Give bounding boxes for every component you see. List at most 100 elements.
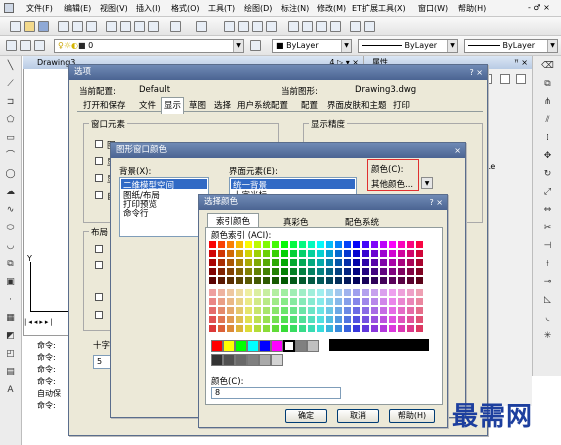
aci-swatch[interactable] xyxy=(335,241,342,248)
aci-swatch[interactable] xyxy=(380,268,387,275)
aci-swatch[interactable] xyxy=(227,277,234,284)
aci-swatch[interactable] xyxy=(209,307,216,314)
polygon-icon[interactable]: ⬠ xyxy=(4,114,17,127)
aci-swatch[interactable] xyxy=(389,325,396,332)
aci-swatch[interactable] xyxy=(263,325,270,332)
aci-swatch[interactable] xyxy=(326,325,333,332)
aci-swatch[interactable] xyxy=(209,289,216,296)
insert-block-icon[interactable]: ⧉ xyxy=(4,258,17,271)
cancel-button[interactable]: 取消 xyxy=(337,409,379,423)
aci-swatch[interactable] xyxy=(344,241,351,248)
menu-tools[interactable]: 工具(T) xyxy=(208,3,235,14)
aci-swatch[interactable] xyxy=(209,241,216,248)
new-file-icon[interactable] xyxy=(10,21,21,32)
aci-swatch[interactable] xyxy=(380,289,387,296)
aci-swatch[interactable] xyxy=(407,277,414,284)
aci-swatch[interactable] xyxy=(398,268,405,275)
aci-swatch[interactable] xyxy=(299,277,306,284)
aci-swatch[interactable] xyxy=(326,250,333,257)
aci-swatch[interactable] xyxy=(389,250,396,257)
aci-swatch[interactable] xyxy=(254,307,261,314)
offset-icon[interactable]: ⫽ xyxy=(541,114,554,127)
aci-swatch[interactable] xyxy=(416,268,423,275)
tab-plot[interactable]: 打印 xyxy=(393,99,410,111)
hatch-icon[interactable]: ▦ xyxy=(4,312,17,325)
tab-drafting[interactable]: 草图 xyxy=(189,99,206,111)
aci-swatch[interactable] xyxy=(362,241,369,248)
tool-palettes-icon[interactable] xyxy=(316,21,327,32)
tab-files[interactable]: 文件 xyxy=(139,99,156,111)
polyline-icon[interactable]: ⊐ xyxy=(4,96,17,109)
color-field-input[interactable]: 8 xyxy=(211,387,341,399)
aci-swatch[interactable] xyxy=(236,259,243,266)
aci-swatch[interactable] xyxy=(362,289,369,296)
aci-swatch[interactable] xyxy=(218,298,225,305)
aci-swatch[interactable] xyxy=(371,307,378,314)
aci-swatch[interactable] xyxy=(416,241,423,248)
zoom-previous-icon[interactable] xyxy=(266,21,277,32)
aci-swatch[interactable] xyxy=(416,277,423,284)
checkbox[interactable] xyxy=(95,245,103,253)
aci-swatch[interactable] xyxy=(407,289,414,296)
print-preview-icon[interactable] xyxy=(72,21,83,32)
aci-swatch[interactable] xyxy=(344,268,351,275)
aci-swatch[interactable] xyxy=(236,316,243,323)
standard-color-swatch[interactable] xyxy=(235,340,247,352)
menu-window[interactable]: 窗口(W) xyxy=(418,3,448,14)
construction-line-icon[interactable]: ⟋ xyxy=(4,78,17,91)
break-icon[interactable]: ⟊ xyxy=(541,258,554,271)
aci-swatch[interactable] xyxy=(398,250,405,257)
aci-swatch[interactable] xyxy=(290,325,297,332)
pan-icon[interactable] xyxy=(224,21,235,32)
aci-swatch[interactable] xyxy=(398,289,405,296)
aci-swatch[interactable] xyxy=(218,325,225,332)
stretch-icon[interactable]: ⇔ xyxy=(541,204,554,217)
aci-swatch[interactable] xyxy=(398,307,405,314)
aci-swatch[interactable] xyxy=(416,316,423,323)
aci-swatch[interactable] xyxy=(236,325,243,332)
spline-icon[interactable]: ∿ xyxy=(4,204,17,217)
aci-swatch[interactable] xyxy=(362,316,369,323)
lineweight-combo[interactable]: ByLayer ▼ xyxy=(464,39,558,53)
standard-color-swatch[interactable] xyxy=(271,340,283,352)
aci-swatch[interactable] xyxy=(281,277,288,284)
chevron-down-icon[interactable]: ▼ xyxy=(233,40,243,52)
multiline-text-icon[interactable]: A xyxy=(4,384,17,397)
aci-swatch[interactable] xyxy=(290,250,297,257)
layer-combo[interactable]: ♀☼◐■ 0 ▼ xyxy=(54,39,244,53)
aci-swatch[interactable] xyxy=(245,316,252,323)
aci-swatch[interactable] xyxy=(308,277,315,284)
aci-swatch[interactable] xyxy=(317,268,324,275)
erase-icon[interactable]: ⌫ xyxy=(541,60,554,73)
aci-swatch[interactable] xyxy=(398,316,405,323)
aci-swatch[interactable] xyxy=(380,316,387,323)
aci-swatch[interactable] xyxy=(236,241,243,248)
gray-swatch[interactable] xyxy=(235,354,247,366)
aci-swatch[interactable] xyxy=(353,289,360,296)
aci-swatch[interactable] xyxy=(407,325,414,332)
aci-swatch[interactable] xyxy=(272,259,279,266)
aci-swatch[interactable] xyxy=(353,268,360,275)
aci-swatch[interactable] xyxy=(389,289,396,296)
aci-swatch[interactable] xyxy=(245,259,252,266)
aci-swatch[interactable] xyxy=(290,277,297,284)
aci-swatch[interactable] xyxy=(281,241,288,248)
aci-swatch[interactable] xyxy=(335,250,342,257)
aci-swatch[interactable] xyxy=(380,241,387,248)
aci-swatch[interactable] xyxy=(335,289,342,296)
aci-swatch[interactable] xyxy=(227,250,234,257)
aci-swatch[interactable] xyxy=(362,268,369,275)
make-block-icon[interactable]: ▣ xyxy=(4,276,17,289)
aci-swatch[interactable] xyxy=(308,298,315,305)
aci-swatch[interactable] xyxy=(227,316,234,323)
aci-swatch[interactable] xyxy=(335,298,342,305)
standard-color-swatch[interactable] xyxy=(259,340,271,352)
aci-swatch[interactable] xyxy=(371,289,378,296)
checkbox[interactable] xyxy=(95,174,103,182)
aci-swatch[interactable] xyxy=(245,277,252,284)
aci-swatch[interactable] xyxy=(290,241,297,248)
aci-swatch[interactable] xyxy=(389,298,396,305)
standard-color-swatch[interactable] xyxy=(307,340,319,352)
chamfer-icon[interactable]: ◺ xyxy=(541,294,554,307)
aci-swatch[interactable] xyxy=(353,259,360,266)
